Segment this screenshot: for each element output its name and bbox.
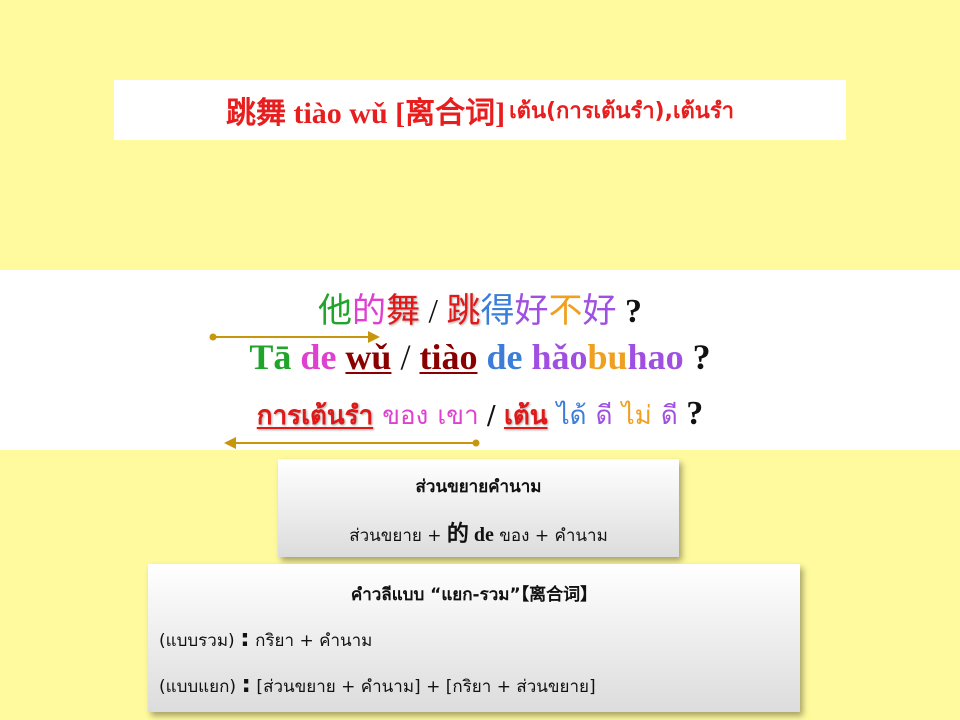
cn-de2: 得 bbox=[480, 293, 515, 330]
separable-heading: คำวลีแบบ “แยก-รวม”【离合词】 bbox=[350, 585, 598, 605]
sentence-thai: การเต้นรำ ของ เขา / เต้น ได้ ดี ไม่ ดี ? bbox=[0, 395, 960, 436]
rule-pinyin-de: de bbox=[468, 524, 494, 546]
th-mai: ไม่ bbox=[621, 401, 652, 431]
py-bu: bu bbox=[587, 337, 628, 377]
th-di2: ดี bbox=[660, 401, 678, 431]
cn-wu: 舞 bbox=[386, 293, 421, 330]
separable-row-split: (แบบแยก) : [ส่วนขยาย + คำนาม] + [กริยา +… bbox=[148, 670, 800, 700]
title-thai-paren: (การเต้นรำ), bbox=[546, 98, 673, 124]
th-dai: ได้ bbox=[556, 401, 587, 431]
rule-part2: ของ + คำนาม bbox=[493, 526, 608, 546]
th-dance: การเต้นรำ bbox=[256, 401, 374, 431]
th-di1: ดี bbox=[595, 401, 613, 431]
cn-question: ? bbox=[616, 293, 642, 330]
cn-ta: 他 bbox=[318, 293, 353, 330]
th-khao: เขา bbox=[437, 401, 479, 431]
rule-part1: ส่วนขยาย + bbox=[349, 526, 447, 546]
py-question: ? bbox=[683, 337, 711, 377]
th-khong: ของ bbox=[382, 401, 429, 431]
row2-label: (แบบแยก) bbox=[159, 677, 242, 697]
cn-slash: / bbox=[420, 293, 447, 330]
rule-cn-de: 的 bbox=[446, 521, 469, 546]
sentence-chinese: 他的舞 / 跳得好不好 ? bbox=[0, 283, 960, 332]
arrow-right-icon bbox=[209, 331, 380, 343]
title-hanzi: 跳舞 tiào wǔ [离合词] bbox=[225, 97, 506, 130]
noun-modifier-rule: ส่วนขยาย + 的 de ของ + คำนาม bbox=[278, 516, 679, 549]
cn-de1: 的 bbox=[352, 293, 387, 330]
th-question: ? bbox=[677, 395, 704, 432]
py-de2: de bbox=[486, 337, 523, 377]
noun-modifier-box: ส่วนขยายคำนาม ส่วนขยาย + 的 de ของ + คำนา… bbox=[278, 459, 679, 557]
title-box: 跳舞 tiào wǔ [离合词] เต้น (การเต้นรำ), เต้นรำ bbox=[114, 80, 846, 140]
cn-bu: 不 bbox=[548, 293, 583, 330]
sentence-pinyin: Tā de wǔ / tiào de hǎobuhao ? bbox=[0, 336, 960, 378]
row2-colon: : bbox=[241, 670, 252, 698]
title-thai-end: เต้นรำ bbox=[672, 98, 734, 124]
py-tiao: tiào bbox=[419, 337, 478, 377]
py-slash: / bbox=[391, 337, 420, 377]
noun-modifier-heading: ส่วนขยายคำนาม bbox=[415, 477, 542, 497]
separable-words-box: คำวลีแบบ “แยก-รวม”【离合词】 (แบบรวม) : กริยา… bbox=[148, 564, 800, 712]
py-hao2: hao bbox=[627, 337, 684, 377]
row2-text: [ส่วนขยาย + คำนาม] + [กริยา + ส่วนขยาย] bbox=[251, 677, 596, 697]
row1-label: (แบบรวม) bbox=[159, 631, 241, 651]
th-slash: / bbox=[478, 401, 504, 431]
separable-row-combined: (แบบรวม) : กริยา + คำนาม bbox=[148, 624, 800, 654]
row1-text: กริยา + คำนาม bbox=[249, 631, 373, 651]
arrow-left-icon bbox=[224, 437, 480, 449]
py-hao: hǎo bbox=[531, 337, 588, 377]
cn-hao2: 好 bbox=[582, 293, 617, 330]
title-thai-main: เต้น bbox=[509, 98, 546, 124]
cn-tiao: 跳 bbox=[446, 293, 481, 330]
cn-hao1: 好 bbox=[514, 293, 549, 330]
th-ten: เต้น bbox=[503, 401, 548, 431]
row1-colon: : bbox=[240, 624, 250, 652]
